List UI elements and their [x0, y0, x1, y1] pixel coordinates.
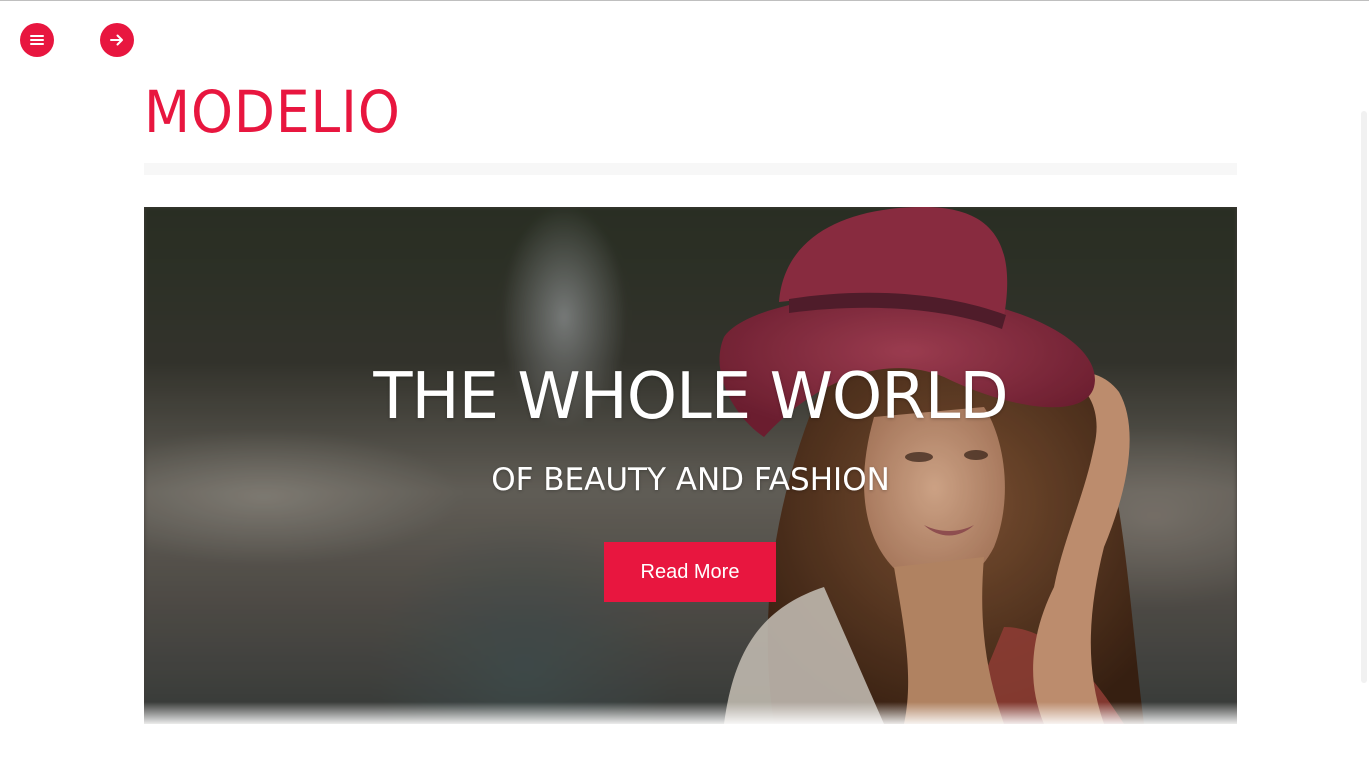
hero-bottom-fade	[144, 702, 1237, 724]
site-logo[interactable]: MODELIO	[144, 83, 401, 141]
hamburger-menu-icon	[30, 35, 44, 45]
page: MODELIO THE WHOLE WORLD OF BEAUTY AND FA…	[0, 0, 1369, 771]
read-more-button[interactable]: Read More	[604, 542, 776, 602]
header-divider	[144, 163, 1237, 175]
hero-title: THE WHOLE WORLD	[373, 360, 1008, 434]
hero-subtitle: OF BEAUTY AND FASHION	[491, 462, 890, 498]
scrollbar[interactable]	[1361, 111, 1367, 683]
hero-banner: THE WHOLE WORLD OF BEAUTY AND FASHION Re…	[144, 207, 1237, 724]
next-button[interactable]	[100, 23, 134, 57]
arrow-right-icon	[110, 34, 123, 46]
menu-button[interactable]	[20, 23, 54, 57]
